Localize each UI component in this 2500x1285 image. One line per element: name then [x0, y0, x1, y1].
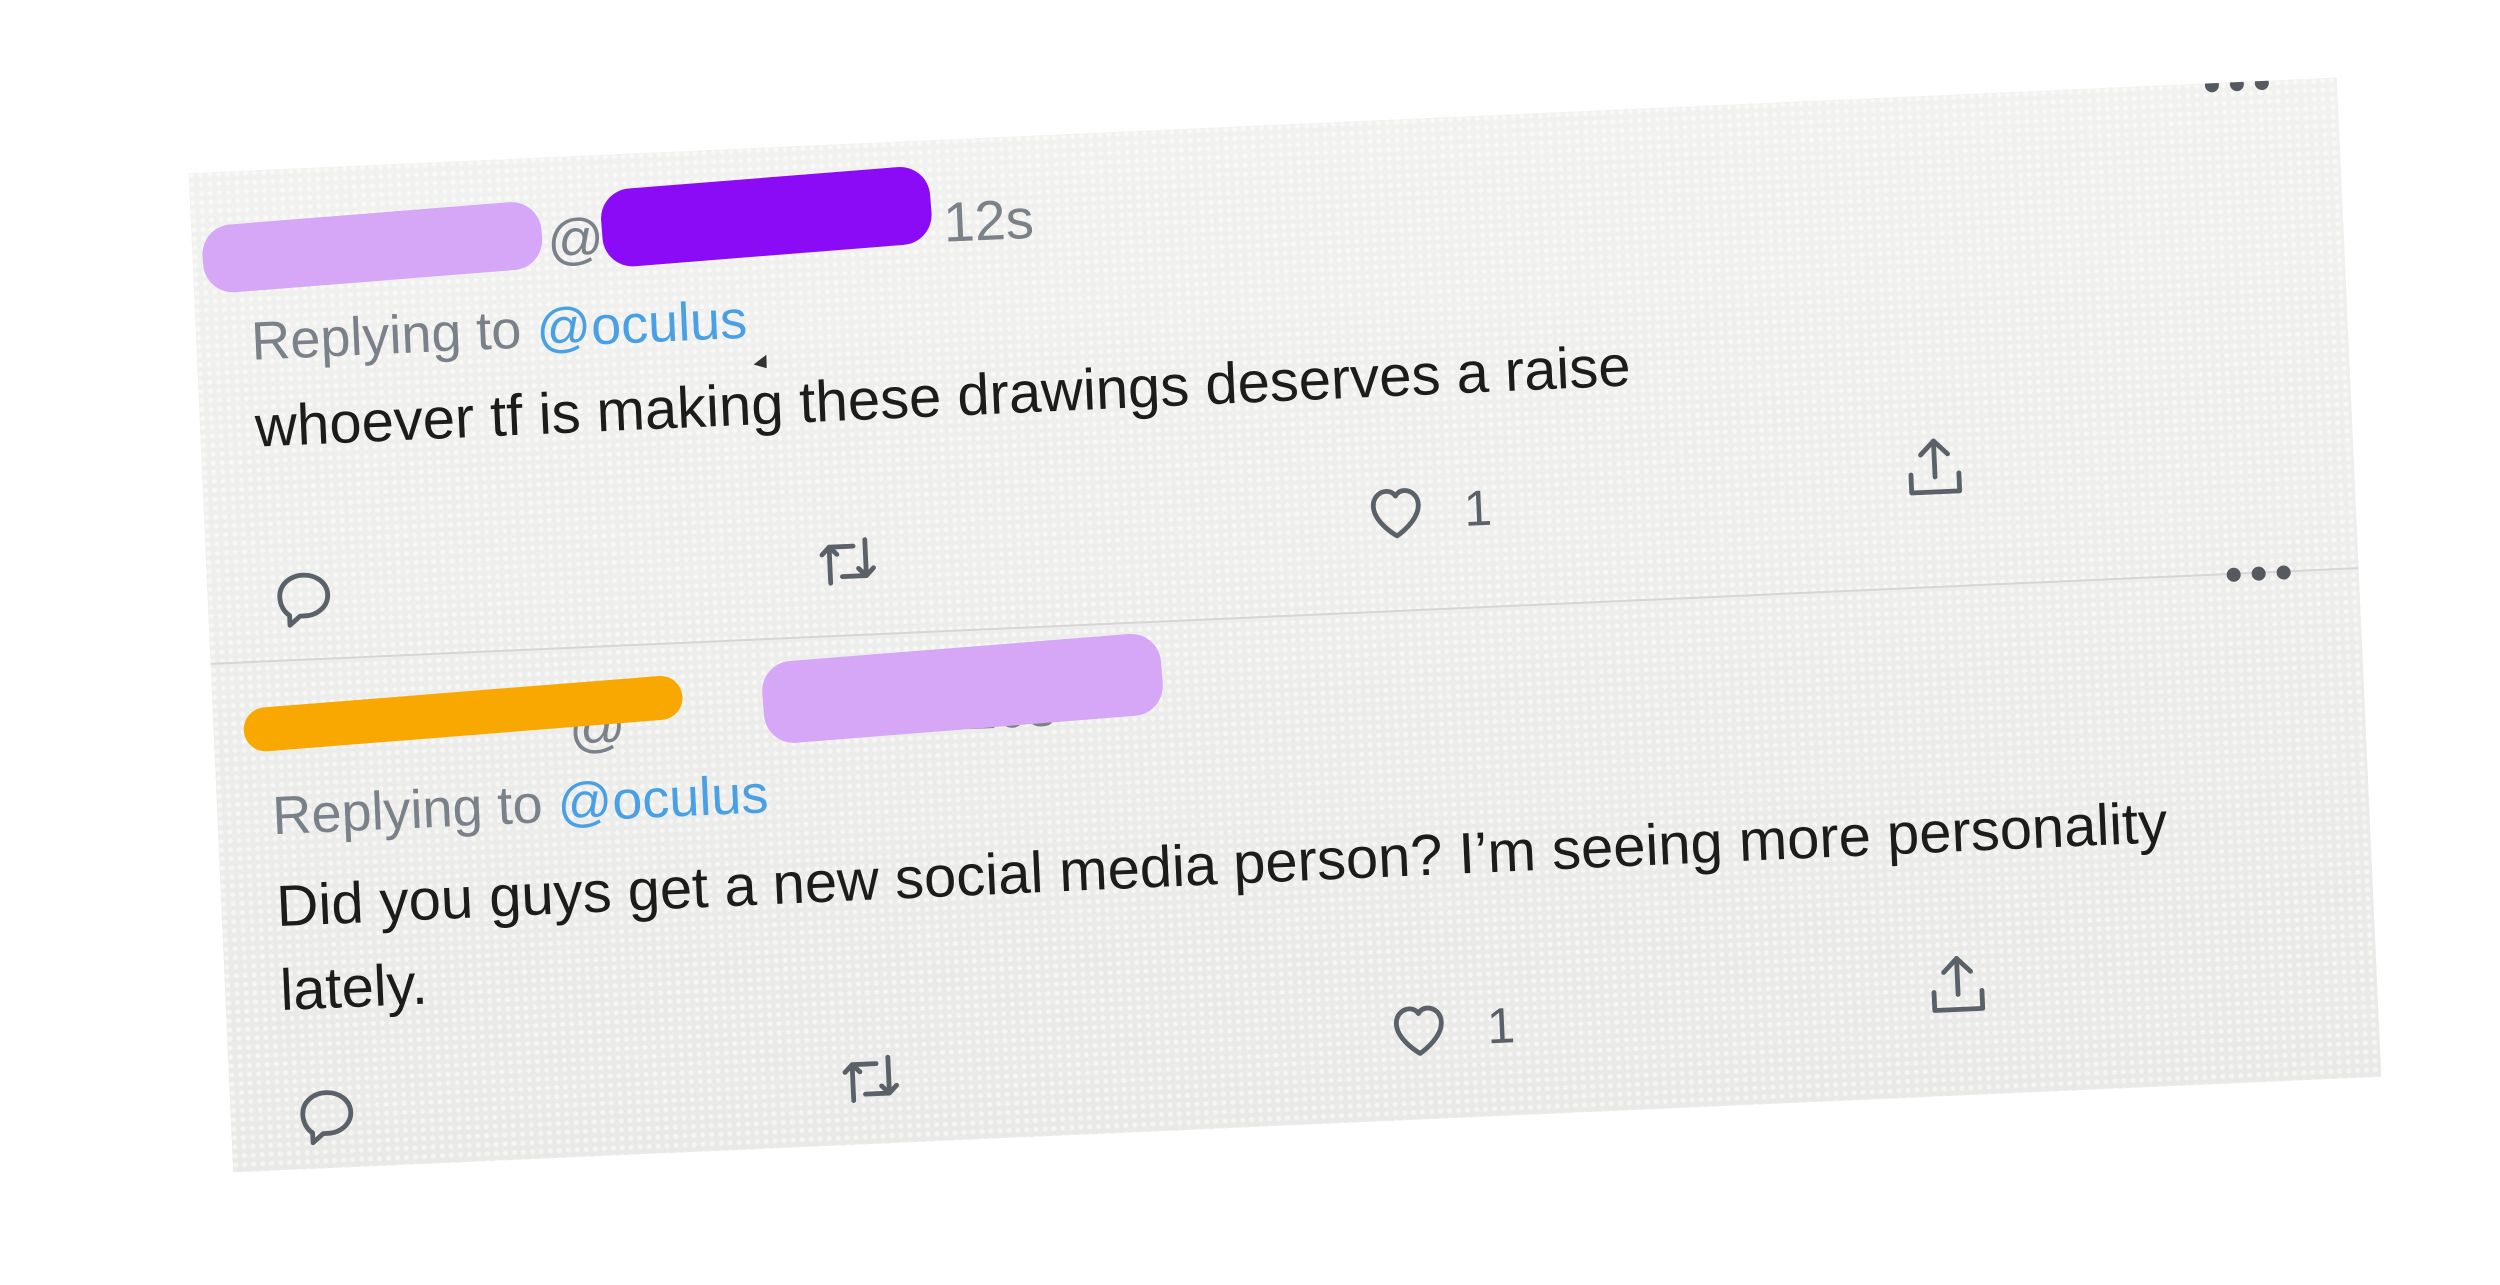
tweet-screenshot-photo: @ · 12s Replying to @oculus whoever tf i…	[188, 77, 2382, 1173]
retweet-button[interactable]	[833, 1032, 909, 1125]
tweet[interactable]: @ · 20s Replying to @oculus Did you guys…	[211, 565, 2382, 1172]
retweet-icon	[819, 537, 876, 586]
retweet-icon	[842, 1054, 899, 1104]
replying-to-label: Replying to	[250, 299, 523, 372]
share-icon	[1908, 438, 1963, 496]
retweet-button[interactable]	[810, 515, 886, 608]
redaction-scribble	[759, 631, 1166, 746]
replying-to: Replying to @oculus	[250, 289, 748, 373]
share-icon	[1931, 956, 1986, 1013]
more-icon[interactable]	[2226, 562, 2291, 585]
replying-to: Replying to @oculus	[271, 763, 769, 847]
more-icon[interactable]	[2204, 77, 2270, 96]
like-icon	[1370, 488, 1421, 539]
like-button[interactable]: 1	[1381, 980, 1517, 1076]
like-icon	[1393, 1005, 1444, 1056]
reply-icon	[300, 1090, 354, 1146]
mention-link[interactable]: @oculus	[535, 290, 748, 359]
reply-icon	[277, 572, 331, 628]
share-button[interactable]	[1920, 939, 1996, 1032]
like-count: 1	[1462, 479, 1494, 537]
like-count: 1	[1485, 997, 1517, 1055]
reply-button[interactable]	[266, 551, 342, 644]
tweet[interactable]: @ · 12s Replying to @oculus whoever tf i…	[189, 77, 2359, 663]
like-button[interactable]: 1	[1358, 463, 1494, 559]
timestamp[interactable]: 12s	[942, 186, 1035, 255]
mention-link[interactable]: @oculus	[556, 764, 769, 833]
reply-button[interactable]	[289, 1069, 365, 1162]
replying-to-label: Replying to	[271, 774, 544, 847]
share-button[interactable]	[1897, 421, 1973, 514]
